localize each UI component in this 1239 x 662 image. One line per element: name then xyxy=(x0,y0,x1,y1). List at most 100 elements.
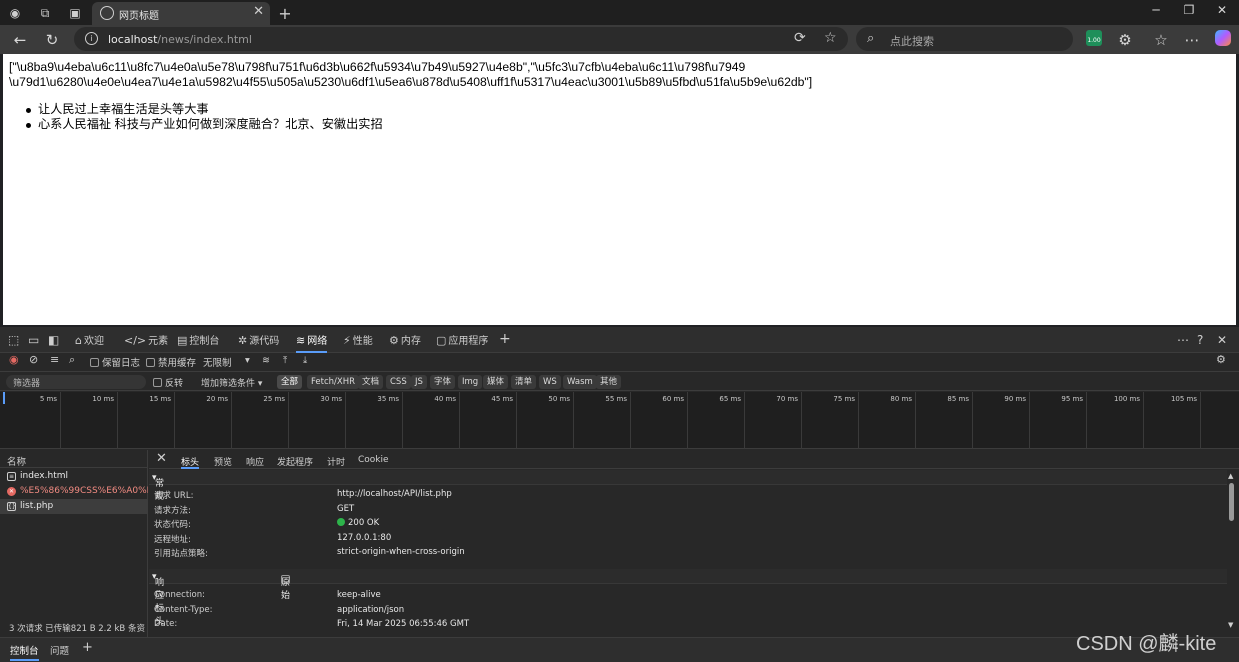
tab-application[interactable]: ▢ 应用程序 xyxy=(436,332,488,353)
browser-toolbar: ← ↻ i localhost/news/index.html ⟳ ☆ ⌕ 点此… xyxy=(0,25,1239,54)
extension-badge-icon[interactable]: 1.00 xyxy=(1084,30,1104,50)
new-tab-icon[interactable]: + xyxy=(276,4,294,23)
filter-chip-manifest[interactable]: 清单 xyxy=(511,375,537,389)
browser-tab[interactable]: 网页标题 ✕ xyxy=(92,2,270,25)
header-row: 状态代码: 200 OK xyxy=(154,518,380,530)
timeline-tick: 5 ms xyxy=(4,392,61,449)
extensions-puzzle-icon[interactable]: ⚙ xyxy=(1115,30,1135,50)
filter-chip-font[interactable]: 字体 xyxy=(430,375,456,389)
console-icon: ▤ xyxy=(177,334,188,347)
timeline-tick: 105 ms xyxy=(1144,392,1201,449)
search-placeholder: 点此搜索 xyxy=(890,35,934,48)
request-row[interactable]: ≡ index.html xyxy=(0,469,148,484)
filter-chip-fetch-xhr[interactable]: Fetch/XHR xyxy=(307,375,360,389)
filter-chip-doc[interactable]: 文档 xyxy=(358,375,384,389)
scroll-thumb[interactable] xyxy=(1229,483,1234,521)
export-har-icon[interactable]: ⤓ xyxy=(303,355,307,366)
scroll-up-icon[interactable]: ▲ xyxy=(1228,472,1233,480)
translate-icon[interactable]: ⟳ xyxy=(794,30,806,46)
disable-cache-checkbox[interactable]: 禁用缓存 xyxy=(146,355,196,369)
filter-chip-img[interactable]: Img xyxy=(458,375,483,389)
address-bar[interactable]: i localhost/news/index.html ⟳ ☆ xyxy=(74,27,848,51)
tab-network[interactable]: ≋ 网络 xyxy=(296,332,328,353)
clear-icon[interactable]: ⊘ xyxy=(29,353,38,366)
maximize-button[interactable]: ❐ xyxy=(1174,3,1204,21)
timeline-tick: 90 ms xyxy=(973,392,1030,449)
application-icon: ▢ xyxy=(436,334,447,347)
devtools-drawer: 控制台 问题 + xyxy=(0,637,1239,662)
request-row[interactable]: ✕ %E5%86%99CSS%E6%A0%B7... xyxy=(0,484,148,499)
filter-toggle-icon[interactable]: ≡ xyxy=(50,353,59,366)
search-network-icon[interactable]: ⌕ xyxy=(69,353,75,367)
tab-console[interactable]: ▤ 控制台 xyxy=(177,332,219,353)
tab-sources[interactable]: ✲ 源代码 xyxy=(238,332,279,353)
chevron-down-icon[interactable]: ▾ xyxy=(245,355,250,366)
dock-sidebar-icon[interactable]: ◧ xyxy=(48,333,59,347)
drawer-tab-console[interactable]: 控制台 xyxy=(10,643,39,661)
filter-chip-all[interactable]: 全部 xyxy=(277,375,303,389)
url-text[interactable]: localhost/news/index.html xyxy=(108,33,252,46)
back-arrow-icon[interactable]: ← xyxy=(10,30,30,50)
devtools-more-icon[interactable]: ⋯ xyxy=(1177,333,1189,347)
xhr-icon: {} xyxy=(7,502,16,511)
general-section-header[interactable]: ▾ 常规 xyxy=(149,470,1227,502)
request-row[interactable]: {} list.php xyxy=(0,499,148,514)
search-box[interactable]: ⌕ 点此搜索 xyxy=(856,27,1073,51)
minimize-button[interactable]: ─ xyxy=(1141,3,1171,21)
inspect-element-icon[interactable]: ⬚ xyxy=(8,333,19,347)
response-headers-section-header[interactable]: ▾ 响应标头 原始 xyxy=(149,569,1227,627)
close-details-icon[interactable]: ✕ xyxy=(156,451,167,466)
favorites-icon[interactable]: ☆ xyxy=(1151,30,1171,50)
details-scrollbar[interactable]: ▲ ▼ xyxy=(1227,469,1237,629)
preserve-log-checkbox[interactable]: 保留日志 xyxy=(90,355,140,369)
drawer-add-tab-icon[interactable]: + xyxy=(82,640,93,658)
favorite-star-icon[interactable]: ☆ xyxy=(824,30,837,46)
tab-preview[interactable]: 预览 xyxy=(214,455,232,469)
name-column-header[interactable]: 名称 xyxy=(0,450,148,468)
tab-elements[interactable]: </> 元素 xyxy=(124,332,168,353)
close-devtools-icon[interactable]: ✕ xyxy=(1217,333,1227,347)
more-filters-dropdown[interactable]: 增加筛选条件 ▾ xyxy=(201,376,262,389)
workspaces-icon[interactable]: ⧉ xyxy=(36,4,54,22)
tab-headers[interactable]: 标头 xyxy=(181,455,200,469)
network-timeline-overview[interactable]: 5 ms 10 ms 15 ms 20 ms 25 ms 30 ms 35 ms… xyxy=(0,392,1239,449)
profile-avatar-icon[interactable]: ◉ xyxy=(6,4,24,22)
network-settings-gear-icon[interactable]: ⚙ xyxy=(1216,353,1226,366)
tab-timing[interactable]: 计时 xyxy=(327,455,345,469)
device-emulation-icon[interactable]: ▭ xyxy=(28,333,39,347)
scroll-down-icon[interactable]: ▼ xyxy=(1228,621,1233,629)
filter-chip-other[interactable]: 其他 xyxy=(596,375,622,389)
refresh-icon[interactable]: ↻ xyxy=(42,30,62,50)
more-menu-icon[interactable]: ⋯ xyxy=(1182,30,1202,50)
close-window-button[interactable]: ✕ xyxy=(1207,3,1237,21)
tab-welcome[interactable]: ⌂ 欢迎 xyxy=(75,332,104,353)
invert-checkbox[interactable]: 反转 xyxy=(153,376,183,389)
tab-performance[interactable]: ⚡ 性能 xyxy=(343,332,373,353)
drawer-tab-issues[interactable]: 问题 xyxy=(50,643,69,661)
tab-initiator[interactable]: 发起程序 xyxy=(277,455,313,469)
timeline-tick: 50 ms xyxy=(517,392,574,449)
copilot-icon[interactable] xyxy=(1213,30,1233,50)
tab-actions-icon[interactable]: ▣ xyxy=(66,4,84,22)
more-tools-plus-icon[interactable]: + xyxy=(499,331,511,347)
filter-input[interactable]: 筛选器 xyxy=(6,375,146,389)
help-icon[interactable]: ? xyxy=(1197,333,1203,347)
tab-close-icon[interactable]: ✕ xyxy=(253,4,264,19)
record-icon[interactable]: ◉ xyxy=(9,353,19,366)
filter-chip-media[interactable]: 媒体 xyxy=(483,375,509,389)
filter-chip-ws[interactable]: WS xyxy=(539,375,561,389)
devtools-tab-bar: ⬚ ▭ ◧ ⌂ 欢迎 </> 元素 ▤ 控制台 ✲ 源代码 ≋ 网络 ⚡ 性能 ⚙ 内存 ▢ 应… xyxy=(0,327,1239,353)
tab-memory[interactable]: ⚙ 内存 xyxy=(389,332,421,353)
site-info-icon[interactable]: i xyxy=(85,32,98,45)
throttle-select[interactable]: 无限制 xyxy=(203,355,232,369)
filter-chip-js[interactable]: JS xyxy=(411,375,427,389)
filter-chip-css[interactable]: CSS xyxy=(386,375,411,389)
filter-chip-wasm[interactable]: Wasm xyxy=(563,375,597,389)
tab-response[interactable]: 响应 xyxy=(246,455,264,469)
network-conditions-icon[interactable]: ≋ xyxy=(262,355,270,366)
tab-cookies[interactable]: Cookie xyxy=(358,455,389,469)
import-har-icon[interactable]: ⤒ xyxy=(283,355,287,366)
globe-icon xyxy=(100,6,114,20)
timeline-tick: 35 ms xyxy=(346,392,403,449)
home-icon: ⌂ xyxy=(75,334,82,347)
